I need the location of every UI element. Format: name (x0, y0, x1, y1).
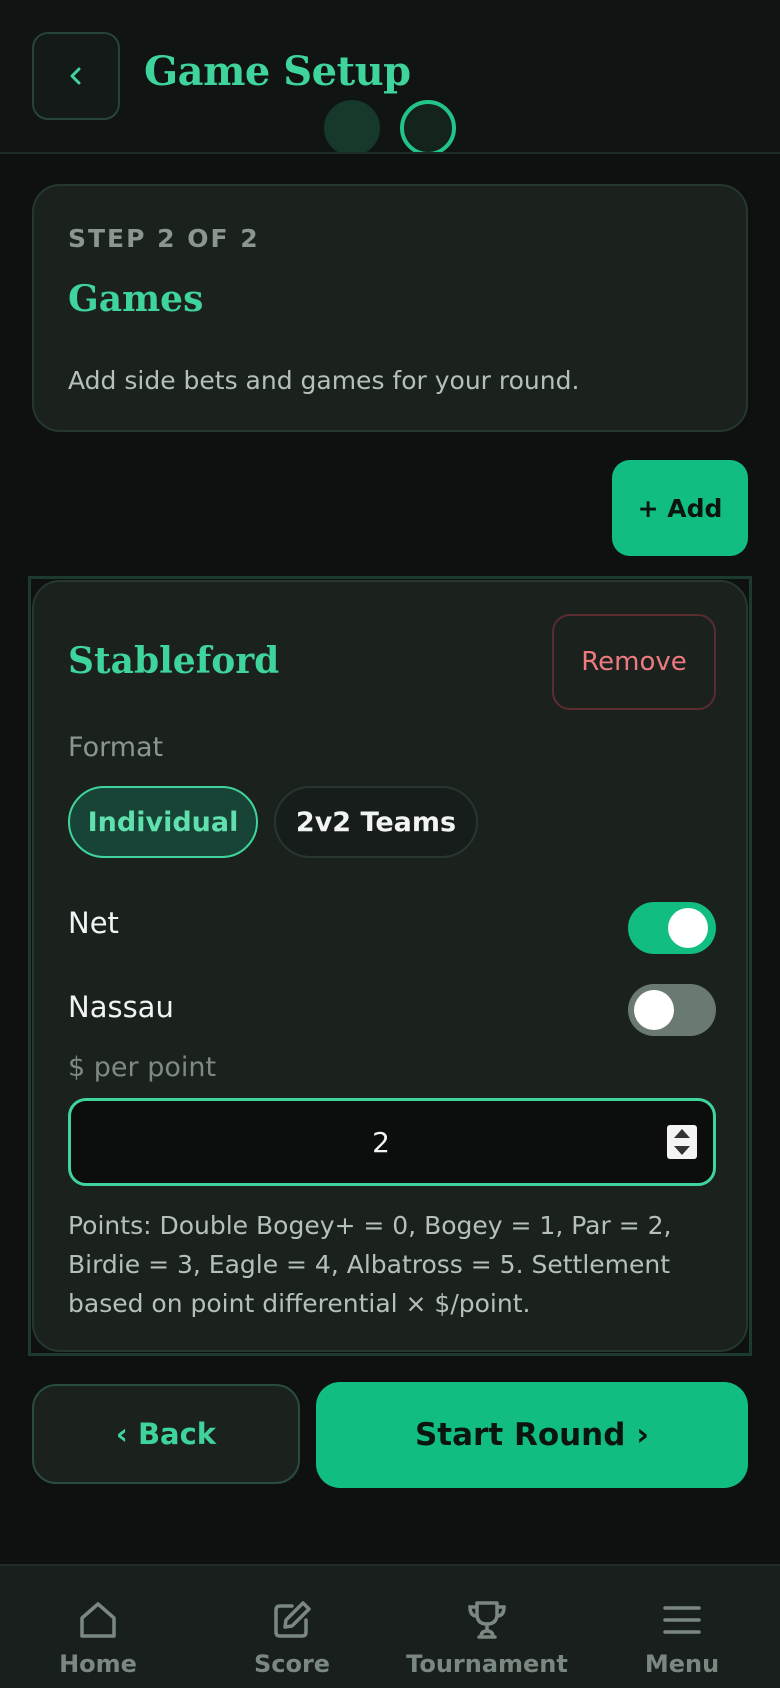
toggle-knob (668, 908, 708, 948)
section-title: Games (68, 278, 204, 320)
menu-icon (663, 1606, 701, 1634)
edit-icon (274, 1601, 311, 1638)
toggle-knob (634, 990, 674, 1030)
per-point-input[interactable]: 2 (68, 1098, 716, 1186)
nassau-label: Nassau (68, 990, 174, 1024)
nav-label-score: Score (253, 1650, 331, 1678)
trophy-icon (468, 1601, 506, 1639)
format-label: Format (68, 732, 164, 763)
page-title: Game Setup (144, 48, 411, 95)
net-label: Net (68, 906, 119, 940)
per-point-label: $ per point (68, 1052, 217, 1083)
nav-label-home: Home (59, 1650, 137, 1678)
spinner-down-icon[interactable] (674, 1146, 690, 1155)
header-back-button[interactable] (32, 32, 120, 120)
start-round-button[interactable]: Start Round › (316, 1382, 748, 1488)
header: Game Setup (0, 0, 780, 154)
game-title: Stableford (68, 640, 280, 682)
game-card: Stableford Remove Format Individual 2v2 … (32, 580, 748, 1352)
nav-label-tournament: Tournament (406, 1650, 568, 1678)
format-option-individual[interactable]: Individual (68, 786, 258, 858)
nassau-toggle[interactable] (628, 984, 716, 1036)
points-description: Points: Double Bogey+ = 0, Bogey = 1, Pa… (68, 1211, 672, 1318)
remove-game-button[interactable]: Remove (552, 614, 716, 710)
bottom-nav: Home Score Tournament Menu (0, 1564, 780, 1688)
home-icon (80, 1602, 116, 1638)
section-description: Add side bets and games for your round. (68, 366, 580, 395)
intro-card: STEP 2 OF 2 Games Add side bets and game… (32, 184, 748, 432)
step-label: STEP 2 OF 2 (68, 224, 260, 253)
number-spinner[interactable] (667, 1125, 697, 1159)
format-option-teams[interactable]: 2v2 Teams (274, 786, 478, 858)
step-indicator-1 (324, 100, 380, 152)
add-game-button[interactable]: + Add (612, 460, 748, 556)
back-button[interactable]: ‹ Back (32, 1384, 300, 1484)
nav-label-menu: Menu (644, 1650, 720, 1678)
spinner-up-icon[interactable] (674, 1129, 690, 1138)
nav-item-home[interactable]: Home (44, 1566, 152, 1688)
net-toggle[interactable] (628, 902, 716, 954)
per-point-value: 2 (372, 1125, 390, 1159)
nav-item-score[interactable]: Score (238, 1566, 346, 1688)
step-indicator-2 (400, 100, 456, 152)
chevron-left-icon (70, 67, 81, 85)
nav-item-menu[interactable]: Menu (634, 1566, 730, 1688)
nav-item-tournament[interactable]: Tournament (406, 1566, 568, 1688)
